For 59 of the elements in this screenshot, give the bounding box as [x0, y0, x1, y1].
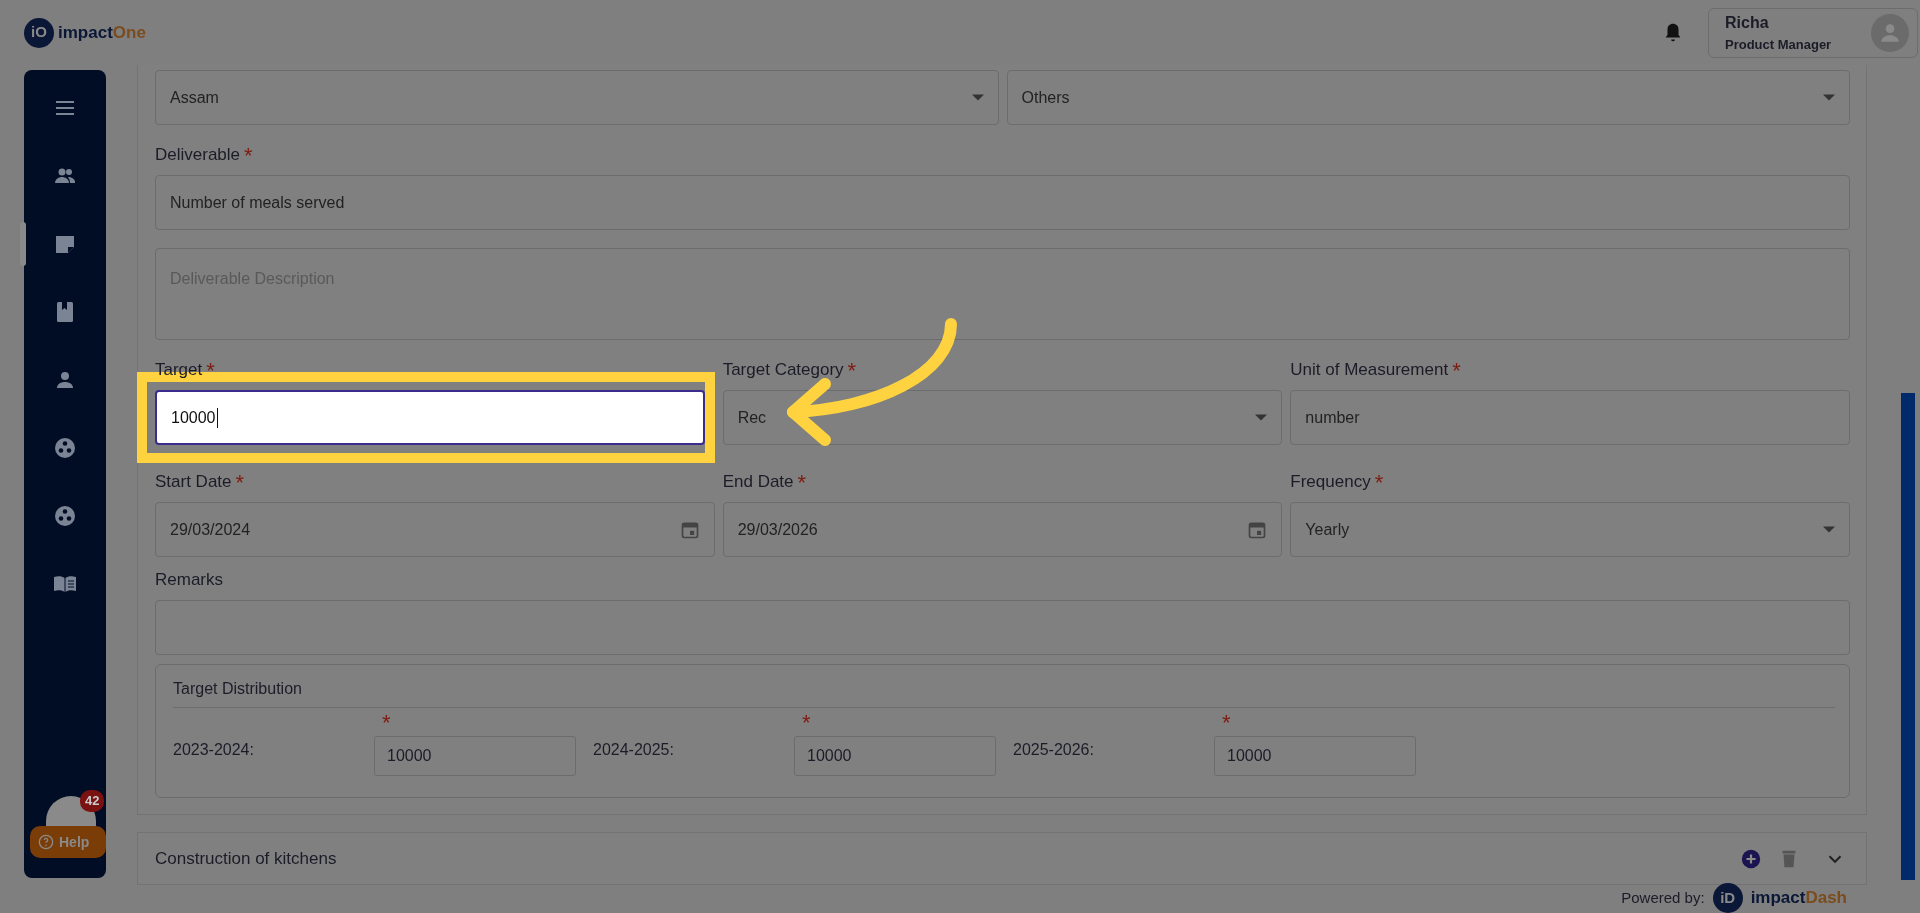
help-button[interactable]: Help	[30, 826, 106, 858]
required-mark: *	[797, 472, 807, 494]
required-mark: *	[847, 360, 857, 382]
field-label: Unit of Measurement	[1290, 358, 1449, 381]
logo-mark: iO	[24, 17, 54, 48]
required-mark: *	[244, 145, 253, 167]
caret-icon	[971, 94, 984, 101]
year-target-input[interactable]: 10000	[794, 736, 996, 776]
caret-icon	[1823, 94, 1835, 101]
caret-icon	[1255, 414, 1268, 421]
brand-mark: iD	[1712, 883, 1743, 913]
field-label: Start Date	[155, 470, 232, 493]
logo-text: impactOne	[58, 21, 146, 44]
year-target-input[interactable]: 10000	[1214, 736, 1416, 776]
required-mark: *	[206, 360, 215, 382]
help-icon	[38, 834, 54, 850]
field-label: Frequency	[1290, 470, 1371, 493]
select-field[interactable]: Rec	[722, 390, 1283, 445]
year-label: 2023-2024:	[173, 740, 255, 760]
panel-title: Target Distribution	[173, 679, 302, 699]
user-role: Product Manager	[1725, 35, 1832, 54]
active-indicator	[20, 222, 26, 266]
required-mark: *	[235, 472, 245, 494]
add-button[interactable]	[1740, 847, 1762, 870]
caret-icon	[1823, 526, 1835, 533]
required-mark: *	[1452, 360, 1461, 382]
year-label: 2024-2025:	[593, 740, 675, 760]
required-mark: *	[802, 710, 811, 735]
calendar-icon[interactable]	[1247, 520, 1268, 541]
input-field[interactable]: number	[1290, 390, 1850, 445]
field-label: Deliverable	[155, 143, 241, 166]
section-title: Construction of kitchens	[155, 847, 337, 870]
section-header[interactable]: Construction of kitchens	[137, 832, 1867, 885]
notification-badge: 42	[80, 790, 105, 812]
required-mark: *	[1222, 710, 1231, 735]
input-field[interactable]: Number of meals served	[155, 175, 1850, 230]
field-label: End Date	[722, 470, 794, 493]
date-field[interactable]: 29/03/2024	[155, 502, 715, 557]
required-mark: *	[382, 710, 391, 735]
required-mark: *	[1374, 472, 1384, 494]
field-label: Target Category	[722, 358, 844, 381]
select-field[interactable]: Others	[1006, 70, 1850, 125]
select-field[interactable]: Assam	[155, 70, 999, 125]
year-label: 2025-2026:	[1013, 740, 1095, 760]
input-field[interactable]: 10000	[155, 390, 705, 445]
plus-circle-icon	[1740, 847, 1762, 870]
brand-name: impactDash	[1750, 887, 1847, 910]
field-label: Remarks	[155, 568, 223, 591]
calendar-icon[interactable]	[679, 520, 700, 541]
date-field[interactable]: 29/03/2026	[722, 502, 1283, 557]
user-name: Richa	[1725, 12, 1770, 33]
user-menu[interactable]: Richa Product Manager	[1708, 7, 1918, 58]
dots-circle-icon	[53, 436, 77, 460]
dots-circle-icon	[53, 504, 77, 528]
select-field[interactable]: Yearly	[1290, 502, 1850, 557]
text-cursor	[216, 407, 218, 428]
scrollbar-thumb[interactable]	[1901, 393, 1915, 880]
year-target-input[interactable]: 10000	[374, 736, 576, 776]
powered-by-label: Powered by:	[1621, 887, 1705, 908]
